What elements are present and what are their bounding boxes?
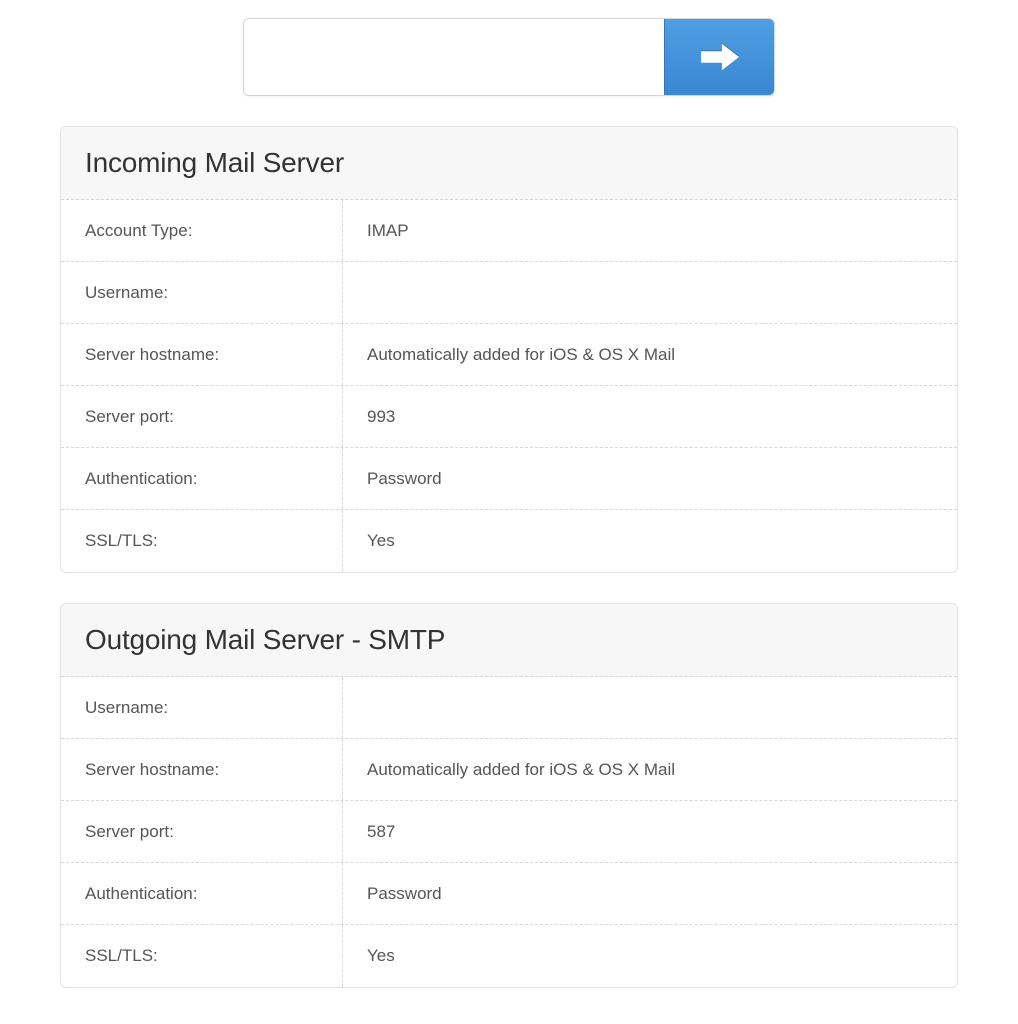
table-row: Username: (61, 262, 957, 324)
ssl-tls-label: SSL/TLS: (61, 925, 343, 987)
arrow-right-icon (701, 41, 739, 73)
table-row: Server port: 587 (61, 801, 957, 863)
ssl-tls-value: Yes (343, 946, 957, 966)
ssl-tls-value: Yes (343, 531, 957, 551)
username-label: Username: (61, 262, 343, 323)
outgoing-title: Outgoing Mail Server - SMTP (85, 624, 933, 656)
callout-arrow (497, 126, 521, 127)
incoming-panel-header: Incoming Mail Server (61, 127, 957, 200)
search-input[interactable] (244, 19, 664, 95)
ssl-tls-label: SSL/TLS: (61, 510, 343, 572)
table-row: Username: (61, 677, 957, 739)
server-port-label: Server port: (61, 386, 343, 447)
server-port-label: Server port: (61, 801, 343, 862)
table-row: Authentication: Password (61, 448, 957, 510)
account-type-label: Account Type: (61, 200, 343, 261)
authentication-value: Password (343, 884, 957, 904)
table-row: Authentication: Password (61, 863, 957, 925)
server-port-value: 993 (343, 407, 957, 427)
table-row: Server port: 993 (61, 386, 957, 448)
outgoing-panel: Outgoing Mail Server - SMTP Username: Se… (60, 603, 958, 988)
server-port-value: 587 (343, 822, 957, 842)
search-bar (0, 0, 1018, 96)
server-hostname-value: Automatically added for iOS & OS X Mail (343, 345, 957, 365)
authentication-value: Password (343, 469, 957, 489)
table-row: Account Type: IMAP (61, 200, 957, 262)
username-label: Username: (61, 677, 343, 738)
authentication-label: Authentication: (61, 448, 343, 509)
outgoing-panel-header: Outgoing Mail Server - SMTP (61, 604, 957, 677)
submit-button[interactable] (664, 19, 774, 95)
table-row: SSL/TLS: Yes (61, 925, 957, 987)
server-hostname-label: Server hostname: (61, 739, 343, 800)
table-row: SSL/TLS: Yes (61, 510, 957, 572)
incoming-panel: Incoming Mail Server Account Type: IMAP … (60, 126, 958, 573)
account-type-value: IMAP (343, 221, 957, 241)
incoming-title: Incoming Mail Server (85, 147, 933, 179)
server-hostname-label: Server hostname: (61, 324, 343, 385)
authentication-label: Authentication: (61, 863, 343, 924)
table-row: Server hostname: Automatically added for… (61, 739, 957, 801)
table-row: Server hostname: Automatically added for… (61, 324, 957, 386)
server-hostname-value: Automatically added for iOS & OS X Mail (343, 760, 957, 780)
search-box (243, 18, 775, 96)
